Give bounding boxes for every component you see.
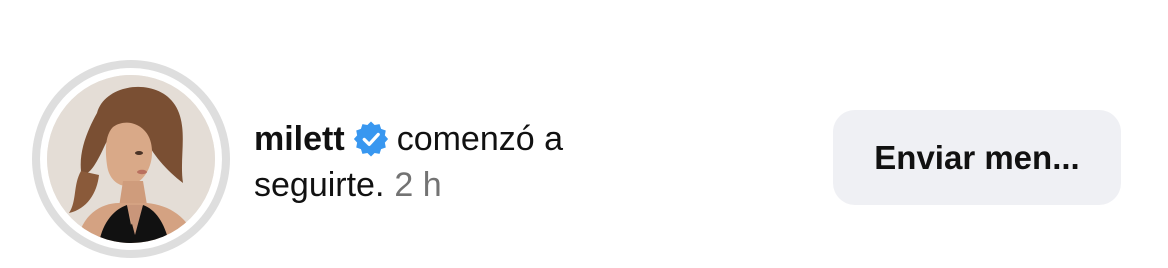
username[interactable]: milett xyxy=(254,116,345,162)
action-text-continued: seguirte. xyxy=(254,166,385,204)
verified-badge-icon xyxy=(353,121,389,157)
send-message-button[interactable]: Enviar men... xyxy=(833,110,1121,205)
profile-photo xyxy=(47,75,215,243)
action-text: comenzó a xyxy=(396,120,564,158)
follow-notification-row[interactable]: milett comenzó a seguirte. 2 h Enviar me… xyxy=(0,0,1168,268)
timestamp: 2 h xyxy=(394,166,442,204)
avatar[interactable] xyxy=(47,75,215,243)
notification-text: milett comenzó a seguirte. 2 h xyxy=(254,116,814,208)
